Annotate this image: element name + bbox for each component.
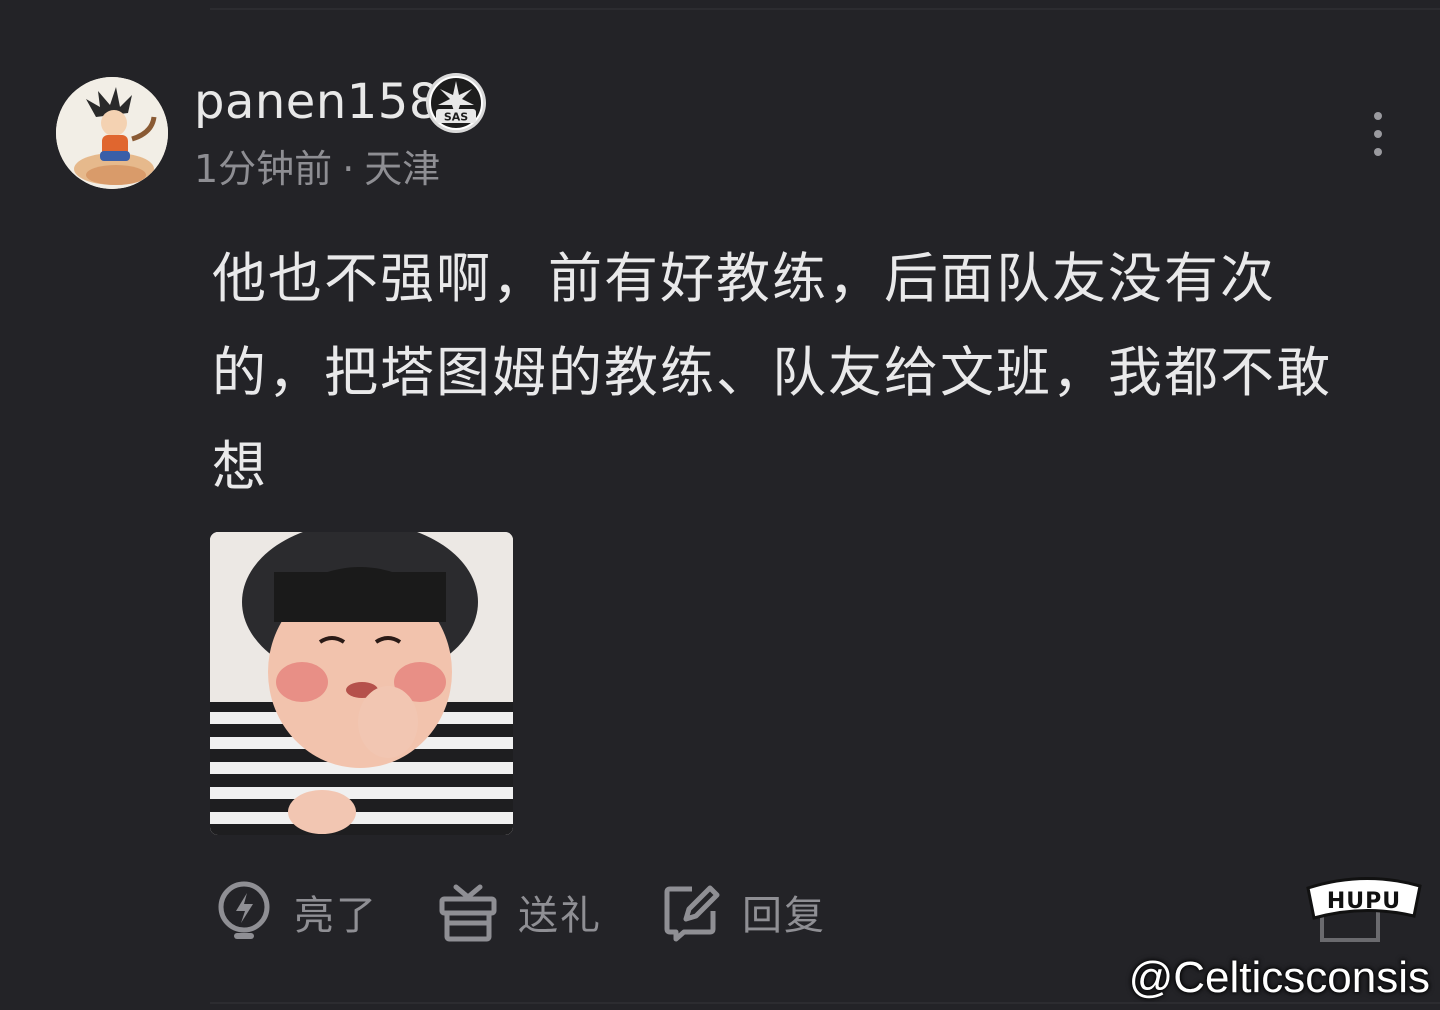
child-meme-photo-icon — [210, 532, 513, 835]
gift-label: 送礼 — [518, 893, 602, 939]
bottom-divider — [210, 1002, 1440, 1004]
comment-meta: 1分钟前 · 天津 — [194, 143, 440, 195]
comment-text: 他也不强啊，前有好教练，后面队友没有次的，把塔图姆的教练、队友给文班，我都不敢想 — [212, 247, 1332, 498]
badge-team-text: SAS — [444, 111, 468, 124]
user-avatar[interactable] — [56, 77, 168, 189]
edit-reply-icon — [664, 885, 720, 942]
lightbulb-icon — [218, 881, 270, 939]
username[interactable]: panen158 — [194, 72, 440, 132]
time-ago: 1分钟前 — [194, 147, 333, 191]
cartoon-avatar-icon — [56, 77, 168, 189]
watermark-text: @Celticsconsis — [1128, 953, 1430, 1002]
top-divider — [210, 8, 1440, 10]
location: 天津 — [364, 147, 441, 191]
hupu-logo-icon: HUPU — [1306, 876, 1422, 942]
reply-button[interactable]: 回复 — [662, 878, 826, 946]
gift-button[interactable]: 送礼 — [438, 878, 602, 946]
reply-label: 回复 — [742, 893, 826, 939]
more-options-button[interactable] — [1356, 108, 1400, 160]
hupu-logo-text: HUPU — [1327, 889, 1401, 914]
light-label: 亮了 — [294, 893, 378, 939]
more-vertical-icon — [1374, 112, 1382, 156]
comment-image[interactable] — [210, 532, 513, 835]
gift-icon — [439, 884, 497, 942]
light-button[interactable]: 亮了 — [214, 878, 378, 946]
spurs-team-badge-icon: SAS — [426, 73, 486, 133]
meta-separator: · — [342, 147, 355, 191]
